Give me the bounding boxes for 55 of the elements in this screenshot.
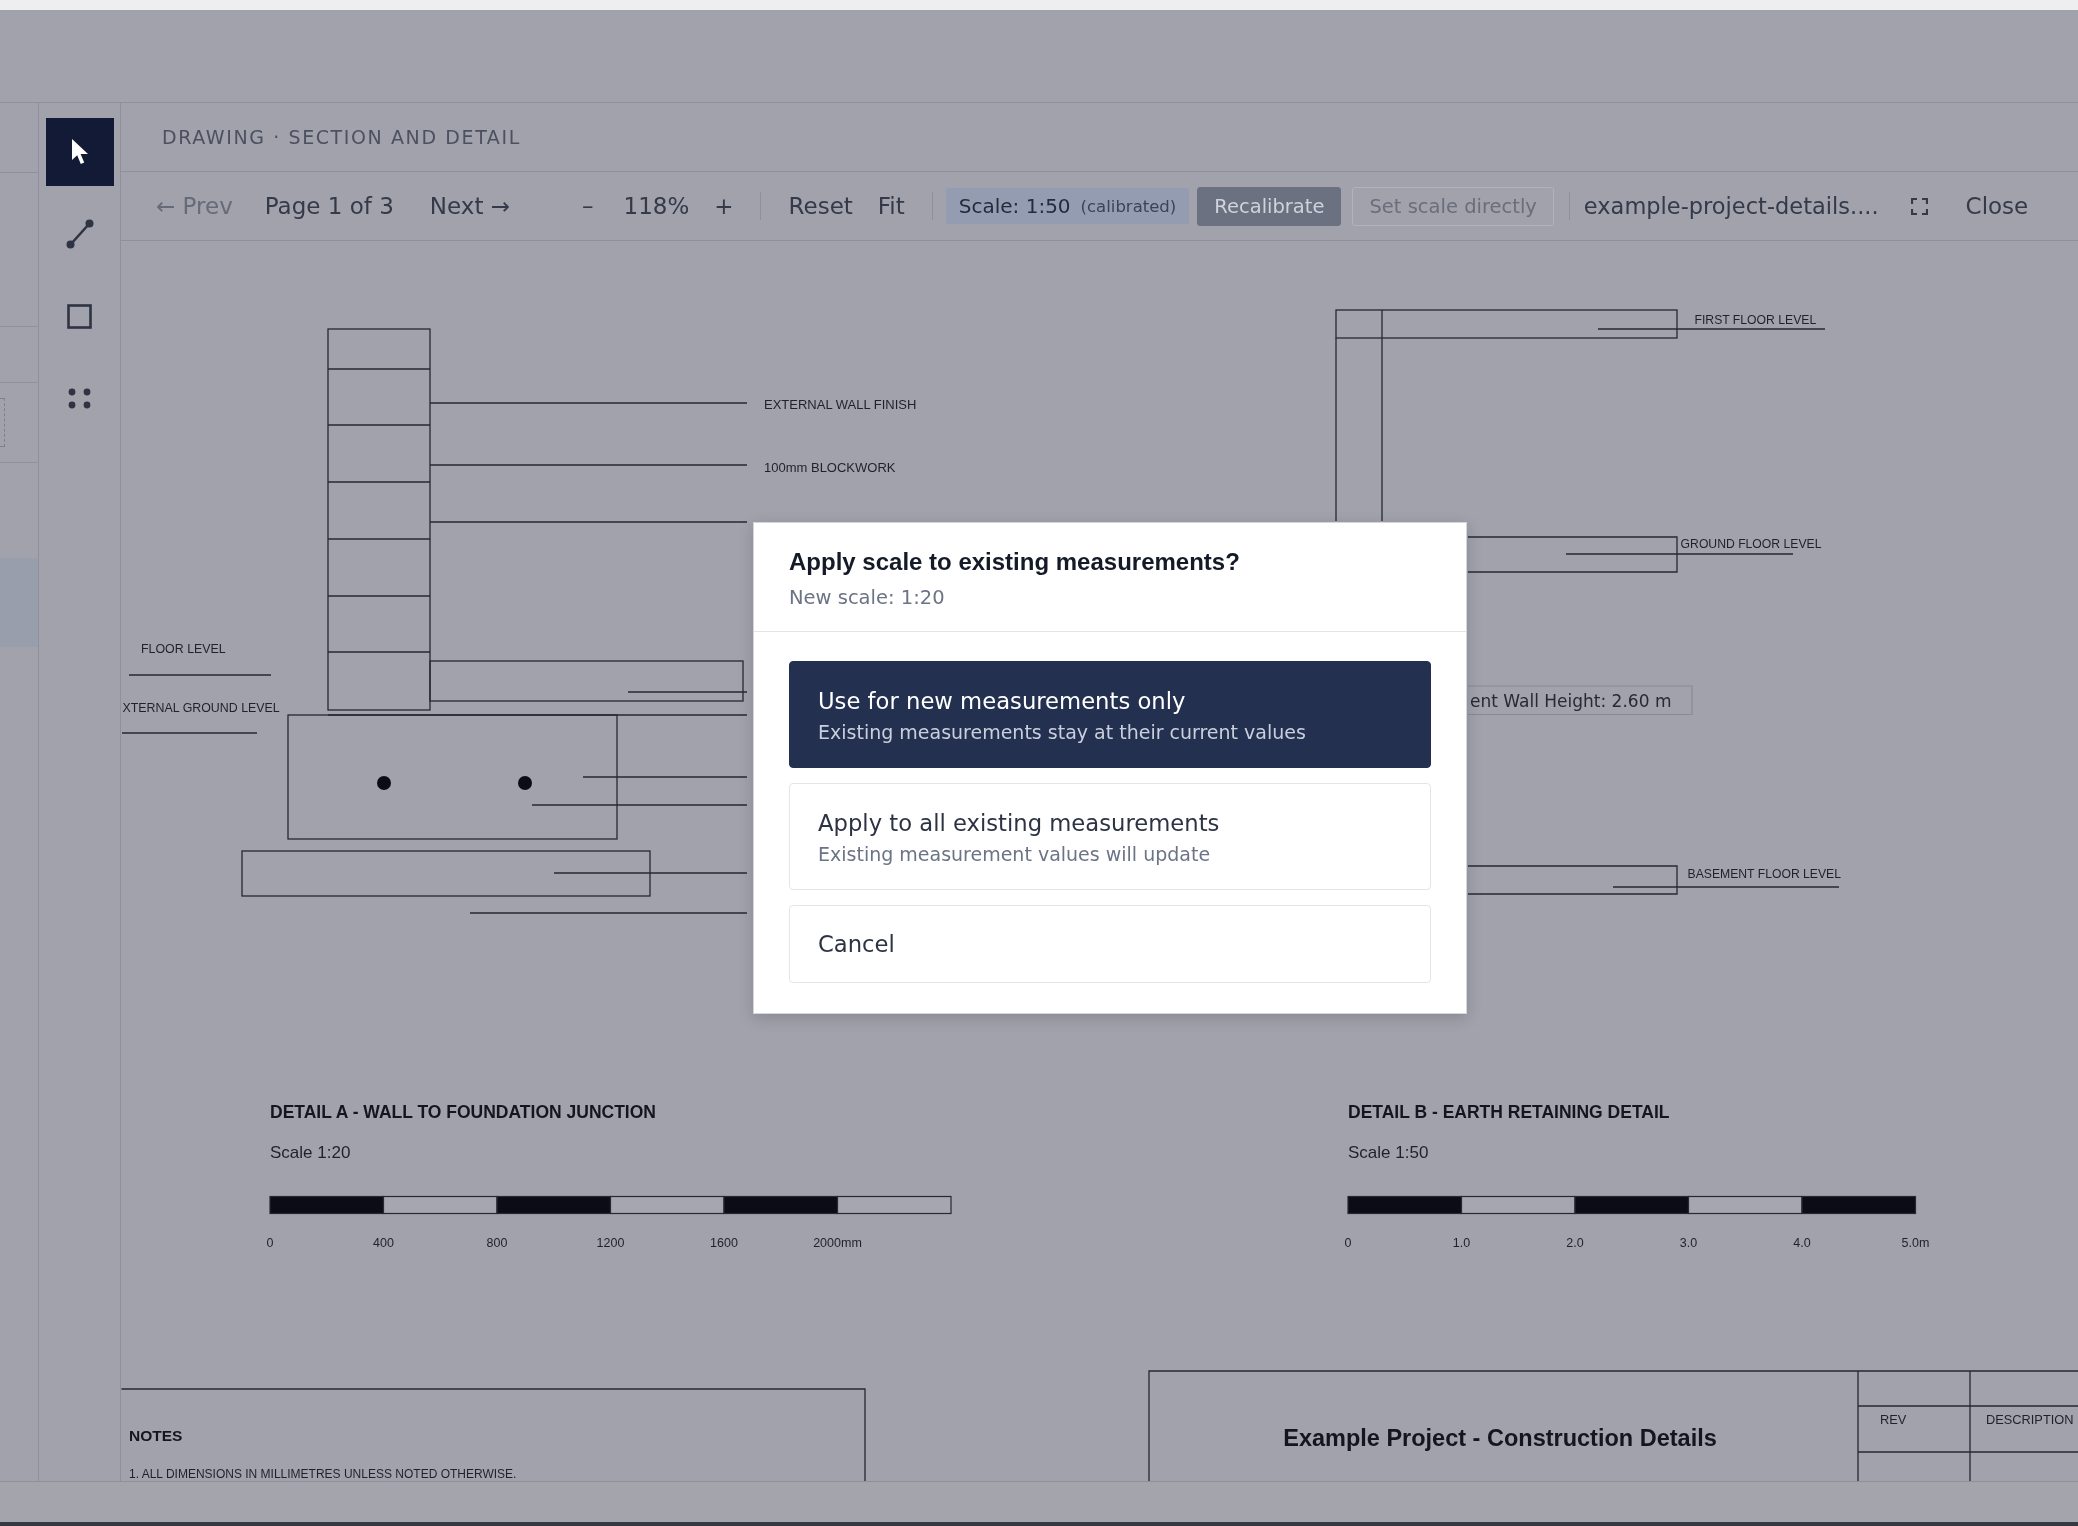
detail-title: DETAIL B - EARTH RETAINING DETAIL: [1348, 1102, 1670, 1122]
scale-label: Scale 1:50: [1348, 1143, 1429, 1162]
scale-tick-label: 1.0: [1452, 1236, 1471, 1250]
project-title: Example Project - Construction Details: [1283, 1425, 1717, 1451]
dashed-outline: [0, 398, 5, 447]
square-icon: [67, 303, 92, 329]
scale-label: Scale 1:20: [270, 1143, 351, 1162]
measurement-label: ent Wall Height: 2.60 m: [1467, 685, 1693, 716]
cancel-button[interactable]: Cancel: [789, 905, 1431, 983]
level-label: GROUND FLOOR LEVEL: [1680, 537, 1822, 551]
level-label: FIRST FLOOR LEVEL: [1694, 313, 1817, 327]
fullscreen-icon: [1910, 197, 1928, 215]
scale-tick-label: 0: [1344, 1236, 1352, 1250]
drawing-title: DRAWING · SECTION AND DETAIL: [162, 126, 521, 148]
detail-title: DETAIL A - WALL TO FOUNDATION JUNCTION: [270, 1101, 656, 1122]
fullscreen-button[interactable]: [1910, 197, 1928, 215]
view-button[interactable]: Reset: [788, 193, 853, 219]
scale-option-button[interactable]: Apply to all existing measurements Existing measurement values will update: [789, 783, 1431, 890]
column-header: DESCRIPTION: [1986, 1411, 2074, 1427]
notes-heading: NOTES: [129, 1426, 183, 1444]
tool-button[interactable]: [45, 118, 114, 186]
scale-tick-label: 1600: [710, 1236, 738, 1250]
dots-grid-icon: [68, 387, 91, 409]
zoom-in-button[interactable]: +: [714, 193, 734, 219]
view-button[interactable]: Fit: [877, 193, 905, 219]
column-header: REV: [1880, 1411, 1907, 1427]
scale-tick-label: 2000mm: [813, 1236, 862, 1250]
scale-tick-label: 3.0: [1679, 1236, 1698, 1250]
next-button[interactable]: Next →: [429, 193, 510, 219]
line-icon: [65, 219, 94, 249]
close-button[interactable]: Close: [1965, 193, 2029, 219]
scale-tick-label: 5.0m: [1901, 1236, 1930, 1250]
cursor-icon: [69, 138, 90, 166]
zoom-out-button[interactable]: –: [582, 193, 594, 219]
callout-label: EXTERNAL WALL FINISH: [764, 397, 917, 412]
note-text: 1. ALL DIMENSIONS IN MILLIMETRES UNLESS NOTED OTHERWISE.: [129, 1467, 517, 1481]
level-label: BASEMENT FLOOR LEVEL: [1687, 867, 1842, 881]
scale-tick-label: 0: [266, 1236, 274, 1250]
level-label: XTERNAL GROUND LEVEL: [122, 701, 280, 715]
level-label: FLOOR LEVEL: [141, 642, 226, 656]
calibration-status: (calibrated): [1080, 196, 1177, 216]
dialog-title: Apply scale to existing measurements?: [789, 548, 1241, 576]
scale-tick-label: 400: [373, 1236, 394, 1250]
scale-tick-label: 1200: [596, 1236, 625, 1250]
callout-label: 100mm BLOCKWORK: [764, 459, 896, 475]
scale-value: Scale: 1:50: [958, 194, 1071, 218]
scale-tick-label: 4.0: [1793, 1236, 1811, 1250]
page-indicator: Page 1 of 3: [264, 193, 394, 219]
scale-tick-label: 2.0: [1566, 1236, 1584, 1250]
scale-option-button[interactable]: Use for new measurements only Existing measurements stay at their current values: [789, 661, 1431, 768]
scale-action-button[interactable]: Recalibrate: [1197, 186, 1342, 226]
dialog-subtitle: New scale: 1:20: [789, 586, 946, 610]
file-name: example-project-details....: [1583, 193, 1879, 219]
zoom-level: 118%: [623, 193, 690, 219]
scale-tick-label: 800: [486, 1236, 508, 1250]
